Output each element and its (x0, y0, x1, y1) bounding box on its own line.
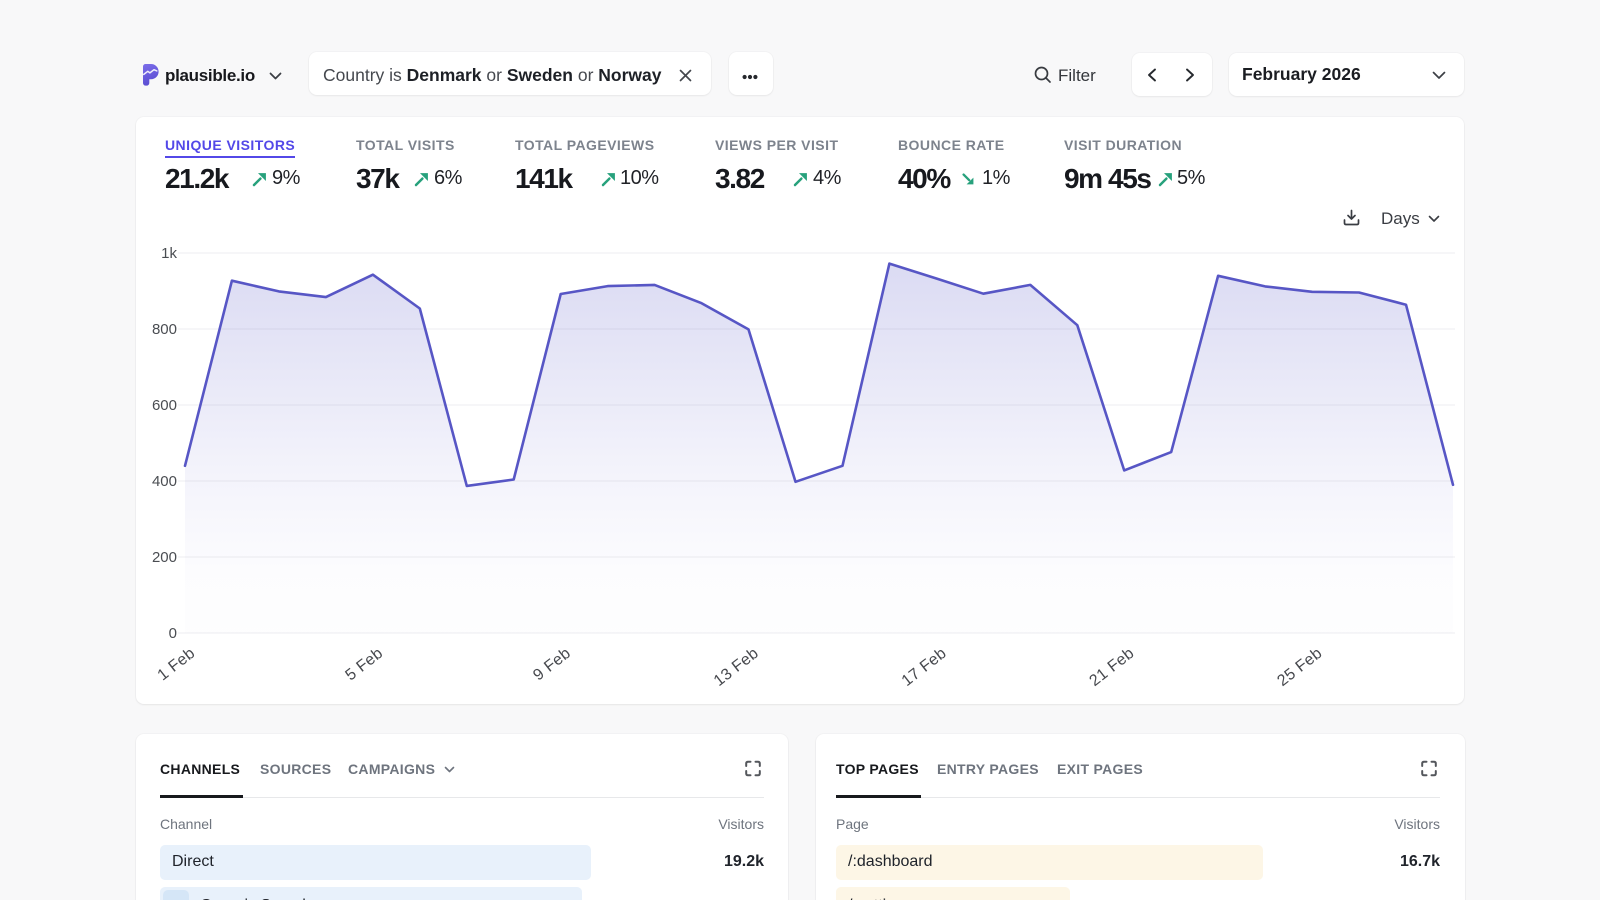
svg-text:800: 800 (152, 321, 177, 338)
svg-text:1k: 1k (161, 245, 177, 262)
svg-text:13 Feb: 13 Feb (711, 645, 762, 690)
svg-text:25 Feb: 25 Feb (1274, 645, 1325, 690)
svg-text:400: 400 (152, 473, 177, 490)
svg-text:5 Feb: 5 Feb (342, 645, 386, 685)
svg-text:9 Feb: 9 Feb (530, 645, 574, 685)
svg-text:600: 600 (152, 397, 177, 414)
svg-text:1 Feb: 1 Feb (155, 645, 199, 685)
svg-text:21 Feb: 21 Feb (1087, 645, 1138, 690)
svg-text:0: 0 (169, 625, 177, 642)
svg-text:17 Feb: 17 Feb (899, 645, 950, 690)
svg-text:200: 200 (152, 549, 177, 566)
